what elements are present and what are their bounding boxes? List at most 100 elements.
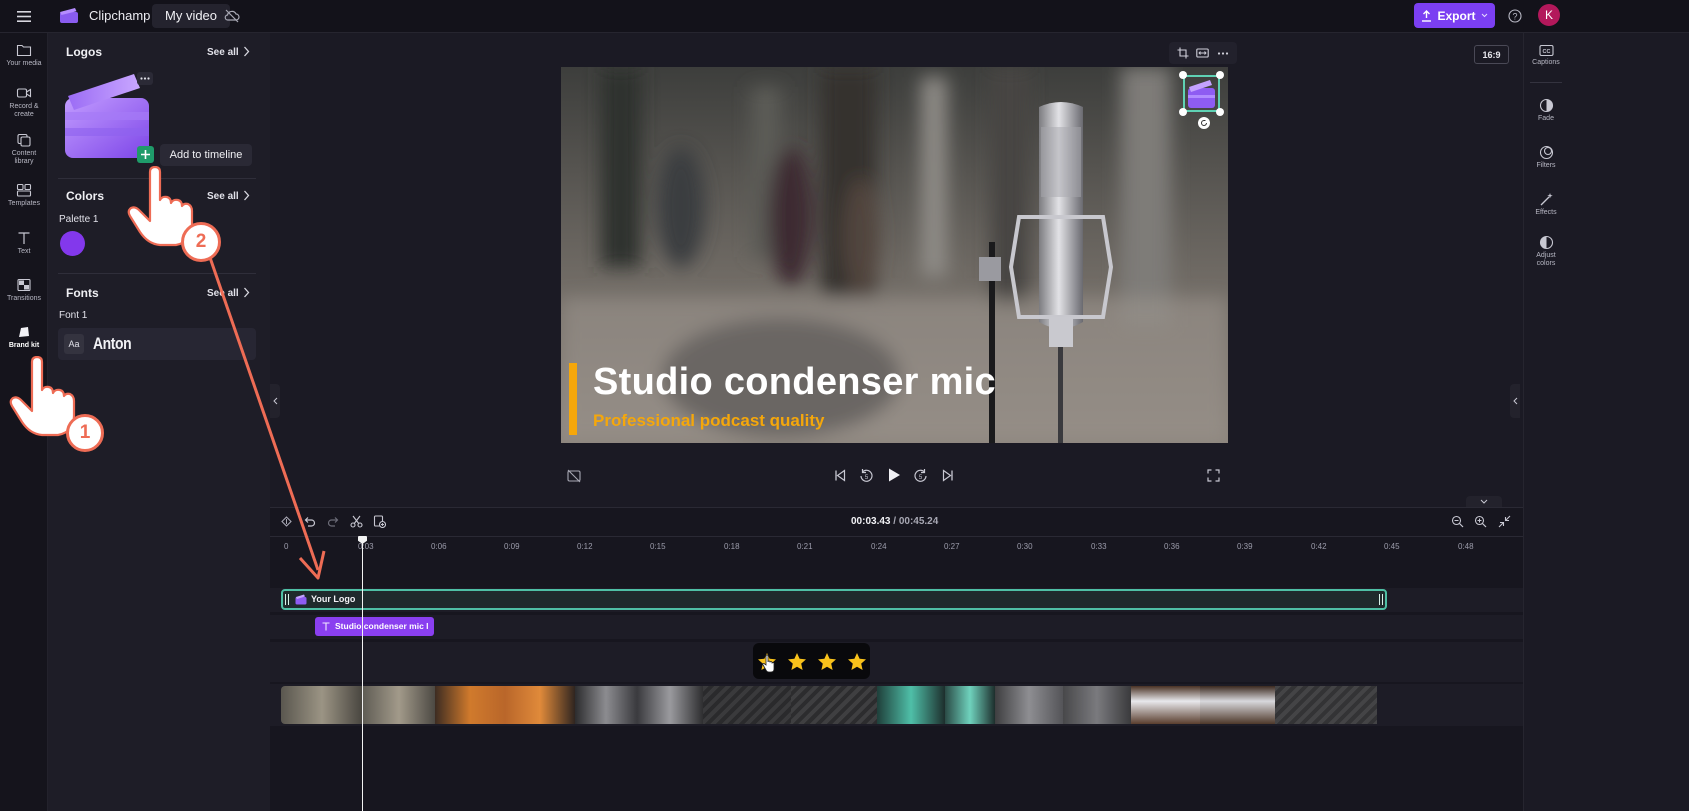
video-thumbnail [703,686,791,724]
sidebar-item-label: Captions [1532,59,1560,66]
tick-label: 0:30 [1017,542,1033,551]
crop-icon[interactable] [1177,47,1189,59]
sidebar-item-brand-kit[interactable]: Brand kit [0,325,48,350]
collapse-timeline-button[interactable] [1466,496,1502,507]
star-icon[interactable] [817,652,837,671]
captions-icon: CC [1538,44,1554,57]
sidebar-item-label: Text [17,248,31,255]
tick-label: 0:06 [431,542,447,551]
text-clip[interactable]: Studio condenser mic l [315,617,434,636]
colors-see-all-link[interactable]: See all [207,191,239,202]
sidebar-item-transitions[interactable]: Transitions [0,278,48,303]
sidebar-item-your-media[interactable]: Your media [0,43,48,68]
zoom-out-icon[interactable] [1451,515,1464,528]
resize-handle[interactable] [1216,71,1224,79]
chevron-right-icon[interactable] [243,46,250,57]
title-accent-bar [569,363,577,435]
tick-label: 0:09 [504,542,520,551]
clip-trim-handle-right[interactable] [1379,594,1383,605]
aspect-ratio-button[interactable]: 16:9 [1474,45,1509,64]
sidebar-item-adjust-colors[interactable]: Adjust colors [1526,235,1566,268]
fullscreen-icon[interactable] [1207,469,1220,482]
rotate-handle-icon[interactable] [1198,117,1210,129]
sidebar-item-content-library[interactable]: Content library [0,133,48,166]
skip-forward-icon[interactable] [942,469,954,482]
more-horizontal-icon[interactable] [1217,51,1229,55]
svg-text:?: ? [1512,12,1517,22]
avatar[interactable]: K [1538,4,1560,26]
sidebar-item-templates[interactable]: Templates [0,183,48,208]
logo-more-options-button[interactable] [137,72,153,85]
chevron-right-icon[interactable] [243,190,250,201]
forward-5-icon[interactable]: 5 [913,468,928,483]
templates-icon [16,183,32,197]
playhead[interactable] [362,537,363,811]
video-clip[interactable] [281,686,1387,724]
resize-handle[interactable] [1179,71,1187,79]
resize-handle[interactable] [1216,108,1224,116]
video-thumbnail [575,686,637,724]
video-thumbnail [1275,686,1377,724]
fit-icon[interactable] [1196,47,1210,59]
video-thumbnail [637,686,703,724]
logo-clip-label: Your Logo [311,594,356,604]
sidebar-item-label: Brand kit [8,342,40,349]
hide-preview-icon[interactable] [567,469,581,483]
fade-icon [1539,98,1553,113]
star-icon[interactable] [787,652,807,671]
sidebar-item-text[interactable]: Text [0,231,48,256]
right-rail-divider [1530,82,1562,83]
sidebar-item-label: Record & create [9,103,39,118]
video-title-text[interactable]: Studio condenser mic [593,361,996,404]
logos-see-all-link[interactable]: See all [207,47,239,58]
sidebar-item-captions[interactable]: CC Captions [1526,44,1566,67]
video-name-field[interactable]: My video [152,4,231,28]
video-subtitle-text[interactable]: Professional podcast quality [593,411,824,431]
chevron-down-icon [1480,499,1488,504]
sidebar-item-label: Adjust colors [1536,252,1556,267]
star-icon[interactable] [847,652,867,671]
sidebar-item-filters[interactable]: Filters [1526,145,1566,170]
play-icon[interactable] [887,467,901,483]
fit-timeline-icon[interactable] [1498,515,1511,528]
font-name: Anton [93,334,132,353]
logo-clip[interactable]: Your Logo [281,589,1387,610]
video-thumbnail [995,686,1063,724]
video-preview[interactable]: Studio condenser mic Professional podcas… [561,67,1228,443]
rewind-5-icon[interactable]: 5 [859,468,874,483]
app-title: Clipchamp [89,8,151,23]
skip-back-icon[interactable] [834,469,846,482]
svg-text:5: 5 [919,475,923,481]
clip-trim-handle-left[interactable] [285,594,289,605]
logo-overlay-selection[interactable] [1183,75,1220,112]
help-icon[interactable]: ? [1506,7,1524,25]
adjust-colors-icon [1539,235,1553,250]
collapse-right-panel-button[interactable] [1510,384,1520,418]
palette-label: Palette 1 [59,214,99,225]
tick-label: 0:24 [871,542,887,551]
add-media-icon[interactable] [373,515,386,528]
top-bar: Clipchamp My video Export ? K [0,0,1689,33]
library-icon [17,133,31,147]
text-icon [322,622,330,631]
zoom-in-icon[interactable] [1474,515,1487,528]
scissors-icon[interactable] [350,515,363,528]
sidebar-item-fade[interactable]: Fade [1526,98,1566,123]
tick-label: 0:33 [1091,542,1107,551]
logo-clip-icon [295,594,307,605]
color-swatch[interactable] [60,231,85,256]
colors-section-title: Colors [66,189,105,203]
resize-handle[interactable] [1179,108,1187,116]
add-logo-button[interactable] [137,146,154,163]
step-badge-1: 1 [66,414,104,452]
video-thumbnail [877,686,945,724]
sidebar-item-label: Transitions [7,295,41,302]
tick-label: 0:18 [724,542,740,551]
export-button[interactable]: Export [1414,3,1495,28]
sidebar-item-effects[interactable]: Effects [1526,192,1566,217]
video-thumbnail [505,686,575,724]
ruler-divider [270,536,1523,537]
cloud-off-icon[interactable] [223,7,241,25]
hamburger-menu-icon[interactable] [14,7,34,25]
sidebar-item-record-create[interactable]: Record & create [0,86,48,119]
